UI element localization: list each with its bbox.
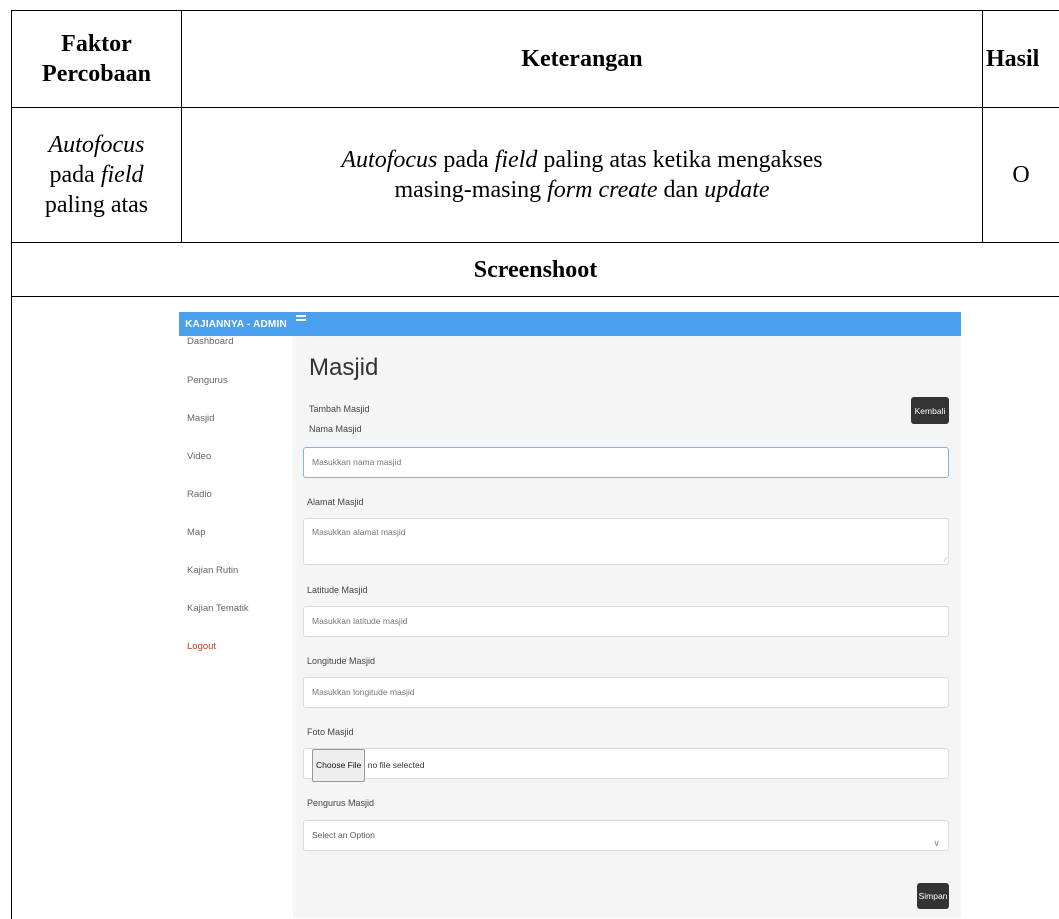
header-faktor-line1: Faktor [61, 31, 132, 57]
page-title: Masjid [309, 354, 379, 381]
sidebar-item-video[interactable]: Video [187, 451, 211, 462]
main-content: Masjid Tambah Masjid Kembali Nama Masjid… [293, 336, 961, 918]
ket-dan: dan [657, 177, 705, 203]
brand-title[interactable]: KAJIANNYA - ADMIN [179, 312, 293, 336]
pengurus-masjid-select[interactable]: Select an Option ∨ [303, 820, 949, 851]
header-faktor-percobaan: Faktor Percobaan [12, 11, 181, 107]
pengurus-masjid-label: Pengurus Masjid [307, 798, 375, 808]
resize-handle-icon[interactable]: ⁄ [945, 557, 946, 564]
alamat-masjid-label: Alamat Masjid [307, 497, 364, 507]
latitude-masjid-input[interactable]: Masukkan latitude masjid [303, 606, 949, 637]
sidebar-item-masjid[interactable]: Masjid [187, 413, 214, 424]
admin-screenshot: KAJIANNYA - ADMIN Dashboard Pengurus Mas… [179, 312, 961, 918]
no-file-text: no file selected [367, 760, 425, 770]
sidebar-item-kajian-rutin[interactable]: Kajian Rutin [187, 565, 238, 576]
ket-rest1: paling atas ketika mengakses [537, 147, 823, 173]
ket-pada: pada [437, 147, 495, 173]
faktor-pada: pada [49, 162, 101, 188]
sidebar-item-map[interactable]: Map [187, 527, 205, 538]
sidebar-item-pengurus[interactable]: Pengurus [187, 375, 228, 386]
sidebar: Dashboard Pengurus Masjid Video Radio Ma… [179, 336, 293, 918]
nama-masjid-input[interactable]: Masukkan nama masjid [303, 447, 949, 478]
foto-masjid-label: Foto Masjid [307, 727, 354, 737]
sidebar-item-kajian-tematik[interactable]: Kajian Tematik [187, 603, 249, 614]
ket-form-create: form create [547, 177, 658, 203]
faktor-line2: pada field [50, 160, 144, 190]
ket-field: field [494, 147, 538, 173]
page-subtitle: Tambah Masjid [309, 404, 370, 414]
foto-masjid-file-input[interactable]: Choose File no file selected [303, 748, 949, 782]
header-hasil: Hasil [986, 46, 1040, 72]
cell-faktor: Autofocus pada field paling atas [12, 108, 181, 242]
faktor-paling-atas: paling atas [44, 192, 149, 218]
select-placeholder: Select an Option [312, 830, 375, 840]
faktor-autofocus: Autofocus [48, 132, 145, 158]
choose-file-button[interactable]: Choose File [312, 749, 366, 782]
latitude-masjid-label: Latitude Masjid [307, 585, 368, 595]
sidebar-item-logout[interactable]: Logout [187, 641, 216, 652]
header-keterangan: Keterangan [521, 46, 643, 72]
longitude-masjid-input[interactable]: Masukkan longitude masjid [303, 677, 949, 708]
simpan-button[interactable]: Simpan [917, 883, 949, 909]
header-faktor-line2: Percobaan [42, 61, 151, 87]
sidebar-item-dashboard[interactable]: Dashboard [187, 336, 233, 347]
screenshot-heading: Screenshoot [473, 256, 598, 283]
alamat-masjid-textarea[interactable]: Masukkan alamat masjid ⁄ [303, 518, 949, 565]
top-navbar: KAJIANNYA - ADMIN [179, 312, 961, 336]
cell-hasil: O [1012, 162, 1030, 188]
ket-autofocus: Autofocus [341, 147, 438, 173]
cell-keterangan: Autofocus pada field paling atas ketika … [182, 108, 982, 242]
nama-masjid-label: Nama Masjid [309, 424, 362, 434]
alamat-placeholder: Masukkan alamat masjid [312, 527, 406, 537]
chevron-down-icon[interactable]: ∨ [933, 829, 940, 858]
faktor-field: field [100, 162, 144, 188]
ket-masing: masing-masing [394, 177, 548, 203]
kembali-button[interactable]: Kembali [911, 397, 949, 424]
sidebar-item-radio[interactable]: Radio [187, 489, 212, 500]
ket-update: update [704, 177, 770, 203]
hamburger-menu-icon[interactable] [296, 315, 306, 323]
longitude-masjid-label: Longitude Masjid [307, 656, 376, 666]
keterangan-line2: masing-masing form create dan update [394, 175, 769, 205]
keterangan-line1: Autofocus pada field paling atas ketika … [341, 145, 822, 175]
